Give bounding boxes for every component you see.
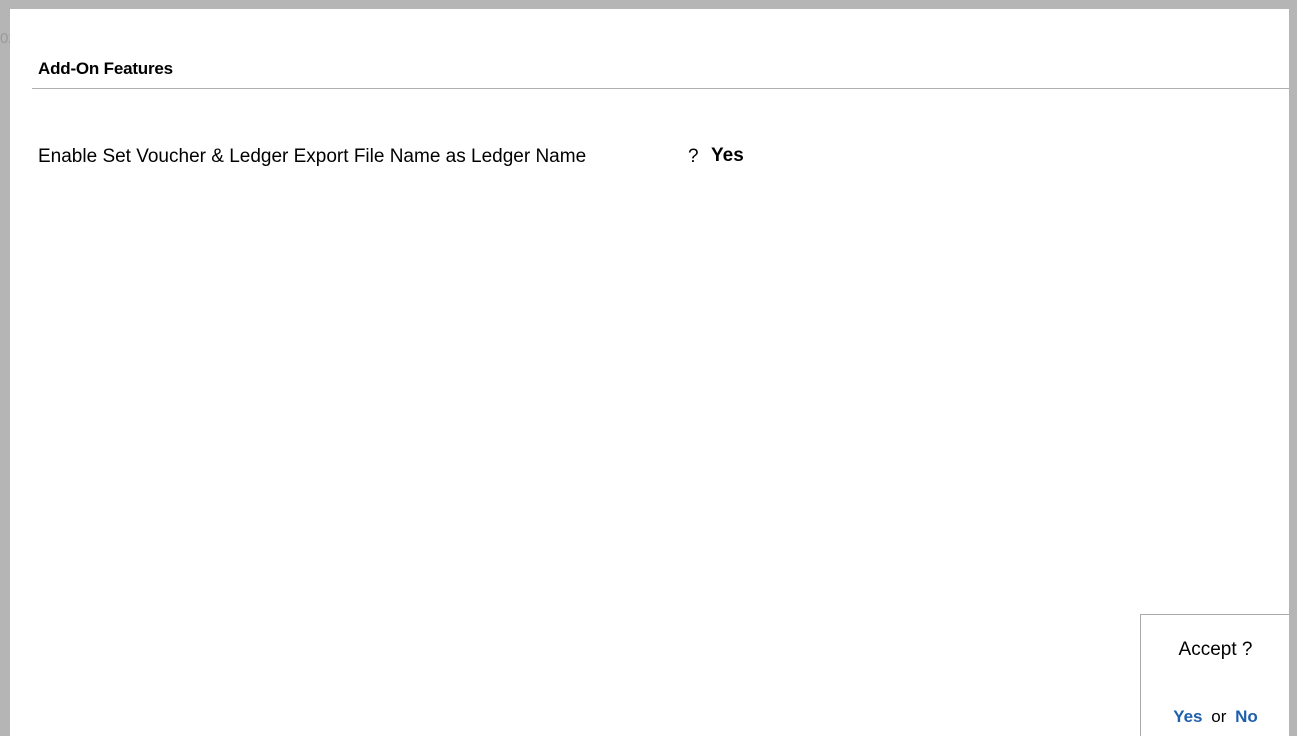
- panel-title: Add-On Features: [38, 59, 173, 78]
- screen: 02 Add-On Features Enable Set Voucher & …: [0, 0, 1297, 736]
- accept-dialog: Accept ? Yes or No: [1140, 614, 1289, 736]
- add-on-features-panel: Add-On Features Enable Set Voucher & Led…: [10, 9, 1289, 736]
- top-frame-edge: [0, 0, 1297, 9]
- accept-no-button[interactable]: No: [1235, 707, 1258, 726]
- feature-question-mark: ?: [688, 146, 699, 167]
- feature-row[interactable]: Enable Set Voucher & Ledger Export File …: [38, 145, 798, 172]
- feature-value-field[interactable]: Yes: [711, 145, 744, 167]
- accept-prompt: Accept ?: [1178, 639, 1253, 660]
- header-divider: [32, 88, 1289, 89]
- accept-options: Yes or No: [1141, 707, 1290, 727]
- right-frame-edge: [1289, 0, 1297, 736]
- feature-label: Enable Set Voucher & Ledger Export File …: [38, 146, 587, 167]
- accept-yes-button[interactable]: Yes: [1173, 707, 1202, 726]
- accept-or-text: or: [1211, 707, 1227, 726]
- left-frame-edge: [0, 0, 10, 736]
